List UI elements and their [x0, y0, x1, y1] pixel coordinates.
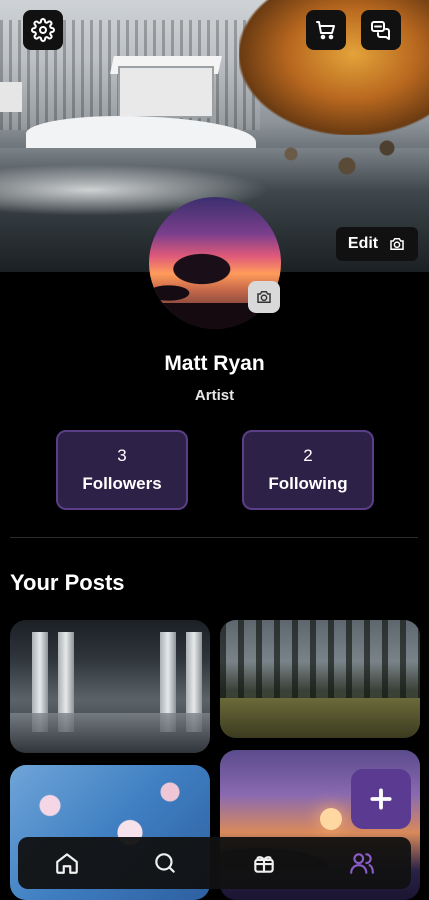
posts-title: Your Posts [10, 570, 125, 595]
plus-icon [370, 788, 392, 810]
cart-button[interactable] [306, 10, 346, 50]
post-thumbnail-1[interactable] [10, 620, 210, 753]
cart-icon [316, 21, 335, 40]
nav-gifts[interactable] [234, 841, 294, 885]
chat-bubbles-icon [371, 21, 390, 40]
profile-name: Matt Ryan [164, 352, 265, 375]
followers-button[interactable]: 3 Followers [56, 430, 188, 510]
followers-count: 3 [117, 446, 127, 465]
post-thumbnail-2[interactable] [220, 620, 420, 738]
users-icon [349, 853, 374, 874]
gift-box-icon [253, 856, 274, 873]
profile-role: Artist [194, 387, 235, 404]
settings-button[interactable] [23, 10, 63, 50]
messages-button[interactable] [361, 10, 401, 50]
bottom-nav [18, 837, 411, 889]
following-count: 2 [303, 446, 313, 465]
followers-label: Followers [82, 474, 162, 493]
divider [10, 537, 418, 538]
camera-icon [257, 291, 271, 303]
nav-search[interactable] [135, 841, 195, 885]
nav-profile[interactable] [332, 841, 392, 885]
search-icon [155, 853, 176, 873]
edit-label: Edit [347, 235, 379, 252]
add-post-button[interactable] [351, 769, 411, 829]
change-avatar-button[interactable] [248, 281, 280, 313]
camera-icon [390, 238, 404, 250]
home-icon [56, 853, 78, 874]
gear-icon [31, 18, 55, 42]
following-label: Following [268, 474, 348, 493]
nav-home[interactable] [37, 841, 97, 885]
edit-cover-button[interactable]: Edit [336, 227, 418, 261]
following-button[interactable]: 2 Following [242, 430, 374, 510]
